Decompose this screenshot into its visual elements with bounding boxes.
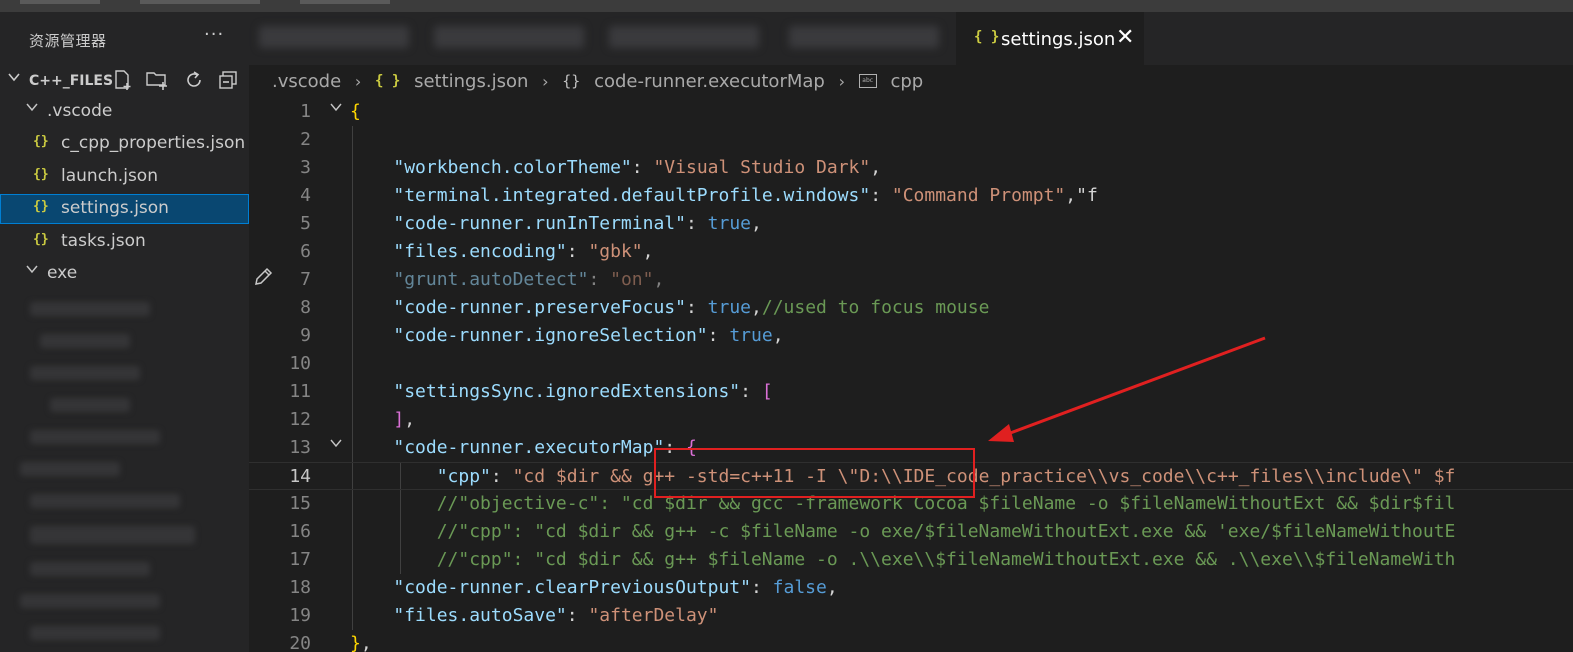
annotation-arrow <box>988 336 1266 442</box>
